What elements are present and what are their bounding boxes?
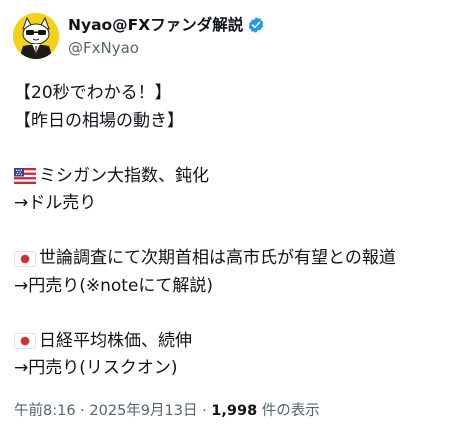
- author-handle[interactable]: @FxNyao: [68, 38, 265, 58]
- tweet-card: Nyao@FXファンダ解説 @FxNyao 【20秒でわかる！】 【昨日の相場の…: [0, 0, 473, 435]
- tweet-line: →円売り(※noteにて解説): [14, 273, 464, 301]
- line-break: [14, 300, 464, 328]
- tweet-header: Nyao@FXファンダ解説 @FxNyao: [13, 10, 265, 62]
- meta-separator: ·: [197, 403, 212, 419]
- tweet-line: →円売り(リスクオン): [14, 355, 464, 383]
- tweet-line-text: ミシガン大指数、鈍化: [39, 165, 209, 186]
- avatar[interactable]: [13, 13, 59, 59]
- display-name-row: Nyao@FXファンダ解説: [68, 14, 265, 36]
- jp-flag-icon: [14, 250, 36, 267]
- tweet-line: 【昨日の相場の動き】: [14, 108, 464, 136]
- tweet-line-text: 日経平均株価、続伸: [39, 330, 192, 351]
- tweet-line-text: 【昨日の相場の動き】: [14, 110, 184, 131]
- views-label: 件の表示: [257, 403, 320, 419]
- cat-avatar-icon: [13, 13, 59, 59]
- author-names: Nyao@FXファンダ解説 @FxNyao: [68, 14, 265, 58]
- tweet-line: 【20秒でわかる！】: [14, 80, 464, 108]
- tweet-line: 世論調査にて次期首相は高市氏が有望との報道: [14, 245, 464, 273]
- line-break: [14, 135, 464, 163]
- tweet-line-text: 【20秒でわかる！】: [14, 83, 172, 103]
- display-name[interactable]: Nyao@FXファンダ解説: [68, 15, 243, 35]
- tweet-line: 日経平均株価、続伸: [14, 328, 464, 356]
- tweet-line: →ドル売り: [14, 190, 464, 218]
- tweet-line-text: →円売り(リスクオン): [14, 358, 178, 378]
- jp-flag-icon: [14, 333, 36, 350]
- views-count[interactable]: 1,998: [211, 403, 257, 419]
- us-flag-icon: [14, 168, 36, 185]
- tweet-line-text: →ドル売り: [14, 193, 97, 213]
- meta-separator: ·: [75, 403, 90, 419]
- tweet-meta: 午前8:16 · 2025年9月13日 · 1,998 件の表示: [14, 401, 320, 421]
- tweet-text: 【20秒でわかる！】 【昨日の相場の動き】 ミシガン大指数、鈍化 →ドル売り 世…: [14, 80, 464, 383]
- tweet-date[interactable]: 2025年9月13日: [89, 403, 197, 419]
- line-break: [14, 218, 464, 246]
- tweet-time[interactable]: 午前8:16: [14, 403, 76, 419]
- tweet-line-text: →円売り(※noteにて解説): [14, 275, 214, 296]
- tweet-line: ミシガン大指数、鈍化: [14, 163, 464, 191]
- verified-badge-icon[interactable]: [247, 16, 265, 34]
- tweet-line-text: 世論調査にて次期首相は高市氏が有望との報道: [39, 248, 396, 268]
